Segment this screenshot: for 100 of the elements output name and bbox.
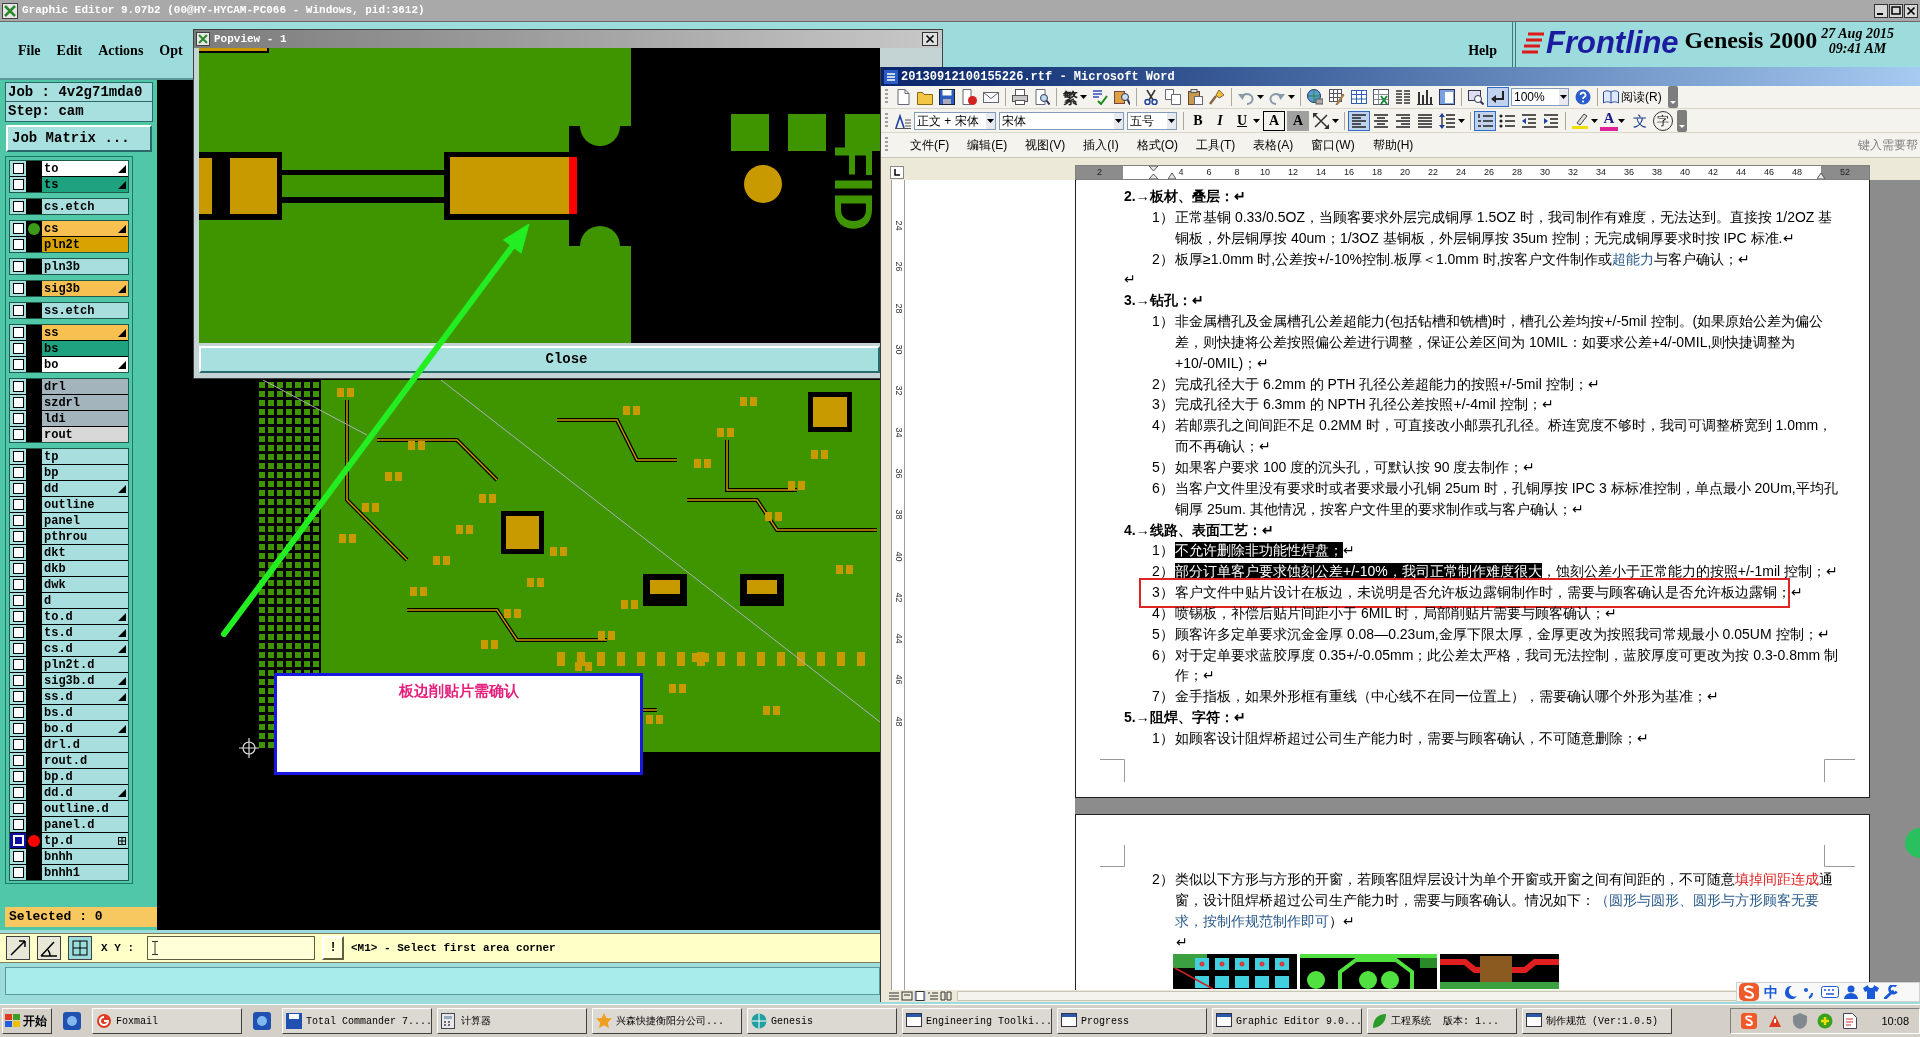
layer-checkbox[interactable]: [10, 545, 26, 560]
bar-lines-icon[interactable]: [1417, 89, 1433, 105]
font-dropdown[interactable]: 宋体: [999, 111, 1124, 130]
table-icon[interactable]: [1351, 89, 1367, 105]
layer-checkbox[interactable]: [10, 303, 26, 318]
copy-icon[interactable]: [1165, 89, 1181, 105]
layer-checkbox[interactable]: [10, 561, 26, 576]
increase-indent-icon[interactable]: [1543, 112, 1559, 129]
layer-name[interactable]: pln2t.d: [42, 657, 128, 672]
columns-icon[interactable]: [1395, 89, 1411, 105]
layer-checkbox[interactable]: [10, 199, 26, 214]
bold-button[interactable]: B: [1187, 110, 1209, 131]
layer-name[interactable]: bnhh: [42, 849, 128, 864]
wrench-icon[interactable]: [1884, 985, 1898, 999]
person-icon[interactable]: [1844, 985, 1858, 999]
menu-item[interactable]: 工具(T): [1196, 136, 1236, 154]
character-border-button[interactable]: A: [1263, 110, 1285, 131]
job-matrix-button[interactable]: Job Matrix ...: [6, 125, 152, 152]
book-search-icon[interactable]: [1114, 89, 1130, 105]
grip-handle[interactable]: [885, 112, 888, 129]
character-shading-button[interactable]: A: [1287, 110, 1309, 131]
layer-checkbox[interactable]: [10, 259, 26, 274]
caret-icon[interactable]: [1591, 118, 1598, 123]
layer-name[interactable]: bs: [42, 341, 128, 356]
layer-name[interactable]: dd: [42, 481, 128, 496]
layer-checkbox[interactable]: [10, 753, 26, 768]
print-preview-icon[interactable]: [1034, 89, 1050, 105]
layer-checkbox[interactable]: [10, 357, 26, 372]
layer-name[interactable]: sig3b: [42, 281, 128, 296]
layer-checkbox[interactable]: [10, 449, 26, 464]
highlighter-icon[interactable]: [1572, 112, 1588, 129]
input-method-logo-icon[interactable]: [1739, 983, 1759, 1001]
layer-name[interactable]: drl.d: [42, 737, 128, 752]
layer-checkbox[interactable]: [10, 865, 26, 880]
tab-selector-icon[interactable]: [890, 166, 904, 179]
menu-item[interactable]: Opt: [159, 39, 183, 61]
menu-item[interactable]: 编辑(E): [967, 136, 1008, 154]
formatting-marks-button[interactable]: [1487, 87, 1509, 107]
view-mode-icon[interactable]: [914, 991, 926, 1001]
layer-name[interactable]: dd.d: [42, 785, 128, 800]
globe-icon[interactable]: [1307, 89, 1323, 105]
layer-checkbox[interactable]: [10, 221, 26, 236]
layer-name[interactable]: drl: [42, 379, 128, 394]
layer-name[interactable]: tp.d: [42, 833, 128, 848]
zoom-dropdown[interactable]: 100%: [1511, 88, 1569, 106]
layer-name[interactable]: pthrou: [42, 529, 128, 544]
size-dropdown[interactable]: 五号: [1127, 111, 1177, 130]
layer-name[interactable]: bs.d: [42, 705, 128, 720]
new-document-icon[interactable]: [895, 89, 911, 105]
layer-name[interactable]: cs.d: [42, 641, 128, 656]
toolbar-options-icon[interactable]: [1667, 86, 1678, 108]
spreadsheet-icon[interactable]: [1373, 89, 1389, 105]
numbered-list-button[interactable]: [1474, 110, 1496, 131]
caret-icon[interactable]: [1080, 95, 1087, 99]
layer-checkbox[interactable]: [10, 281, 26, 296]
monitor-search-icon[interactable]: [1468, 89, 1484, 105]
layer-name[interactable]: bnhh1: [42, 865, 128, 880]
grid-icon[interactable]: [68, 936, 92, 960]
layer-checkbox[interactable]: [10, 625, 26, 640]
layer-checkbox[interactable]: [10, 513, 26, 528]
taskbar-button[interactable]: Graphic Editor 9.0...: [1212, 1008, 1362, 1034]
start-button[interactable]: 开始: [2, 1008, 52, 1034]
envelope-icon[interactable]: [983, 89, 999, 105]
layer-name[interactable]: ts: [42, 177, 128, 192]
layer-name[interactable]: cs: [42, 221, 128, 236]
menu-item[interactable]: 窗口(W): [1311, 136, 1355, 154]
caret-icon[interactable]: [1458, 118, 1465, 123]
layer-name[interactable]: dkt: [42, 545, 128, 560]
taskbar-button[interactable]: Foxmail: [92, 1008, 242, 1034]
layer-name[interactable]: ts.d: [42, 625, 128, 640]
close-button[interactable]: Close: [199, 346, 880, 373]
layer-checkbox[interactable]: [10, 817, 26, 832]
layer-name[interactable]: pln3b: [42, 259, 128, 274]
layer-checkbox[interactable]: [10, 769, 26, 784]
layer-checkbox[interactable]: [10, 177, 26, 192]
caret-icon[interactable]: [1257, 95, 1264, 99]
layer-name[interactable]: bp.d: [42, 769, 128, 784]
phonetic-guide-button[interactable]: 文: [1629, 110, 1651, 131]
layer-checkbox[interactable]: [10, 379, 26, 394]
layer-name[interactable]: to.d: [42, 609, 128, 624]
convert-button[interactable]: 繁: [1060, 89, 1080, 105]
layer-name[interactable]: ss.d: [42, 689, 128, 704]
menu-item[interactable]: Actions: [98, 39, 144, 61]
grip-handle[interactable]: [885, 137, 888, 153]
layer-name[interactable]: ss: [42, 325, 128, 340]
spell-check-icon[interactable]: [1092, 89, 1108, 105]
layer-checkbox[interactable]: [10, 427, 26, 442]
decrease-indent-icon[interactable]: [1521, 112, 1537, 129]
layer-name[interactable]: tp: [42, 449, 128, 464]
taskbar-button[interactable]: Genesis: [747, 1008, 897, 1034]
layer-name[interactable]: pln2t: [42, 237, 128, 252]
execute-button[interactable]: !: [322, 936, 344, 960]
maximize-icon[interactable]: [1889, 3, 1903, 18]
menu-item[interactable]: 表格(A): [1253, 136, 1294, 154]
layer-name[interactable]: ldi: [42, 411, 128, 426]
minimize-icon[interactable]: [1874, 3, 1888, 18]
app-icon[interactable]: [253, 1012, 271, 1030]
layer-checkbox[interactable]: [10, 577, 26, 592]
caret-icon[interactable]: [1288, 95, 1295, 99]
menu-item[interactable]: 文件(F): [910, 136, 950, 154]
